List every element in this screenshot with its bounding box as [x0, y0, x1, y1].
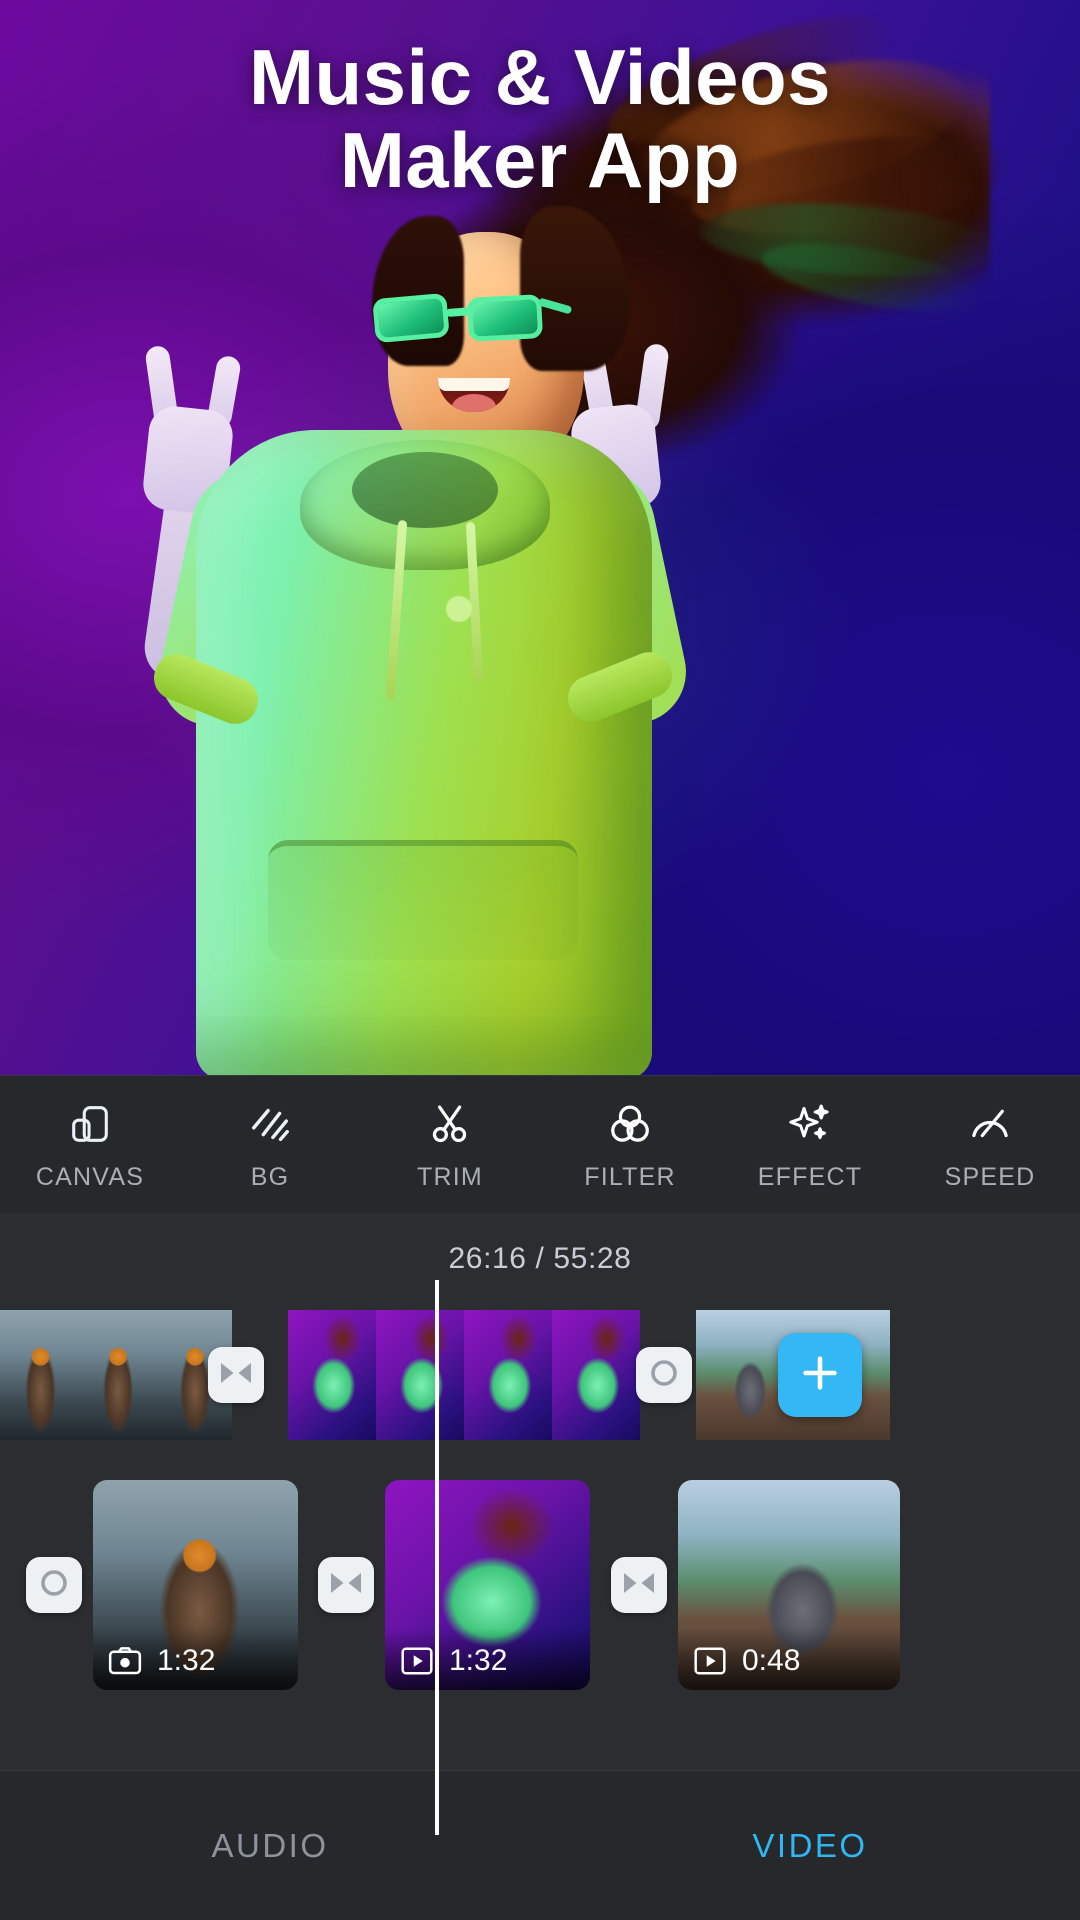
filmstrip-frame: [552, 1310, 640, 1440]
filmstrip-frame: [464, 1310, 552, 1440]
hoodie-hood-opening: [352, 452, 498, 528]
bowtie-transition-icon: [219, 1360, 253, 1391]
tool-canvas-label: CANVAS: [35, 1162, 145, 1191]
clip-card-meta: 1:32: [107, 1644, 215, 1678]
clip-card-meta: 0:48: [692, 1644, 800, 1678]
circle-no-transition-icon: [38, 1567, 70, 1604]
tool-effect[interactable]: EFFECT: [720, 1099, 900, 1192]
tool-trim[interactable]: TRIM: [360, 1099, 540, 1192]
scissors-icon: [425, 1099, 475, 1149]
subject-teeth: [438, 378, 510, 391]
tab-video[interactable]: VIDEO: [540, 1771, 1080, 1920]
transition-button-2[interactable]: [636, 1347, 692, 1403]
clip-card-1[interactable]: 1:32: [93, 1480, 298, 1690]
tool-speed[interactable]: SPEED: [900, 1099, 1080, 1192]
sunglass-lens-left: [372, 292, 450, 344]
add-media-button[interactable]: [778, 1333, 862, 1417]
subject-tongue: [452, 394, 496, 412]
tool-canvas[interactable]: CANVAS: [0, 1099, 180, 1192]
play-icon: [399, 1646, 435, 1676]
tool-effect-label: EFFECT: [757, 1162, 863, 1191]
clip-card-list: 1:32 1:32 0:48: [0, 1480, 1080, 1730]
video-preview[interactable]: Music & Videos Maker App: [0, 0, 1080, 1075]
clip-transition-button-start[interactable]: [26, 1557, 82, 1613]
filmstrip-frame: [78, 1310, 155, 1440]
filmstrip-frame: [288, 1310, 376, 1440]
clip-card-3[interactable]: 0:48: [678, 1480, 900, 1690]
camera-icon: [107, 1646, 143, 1676]
clip-transition-button-1[interactable]: [318, 1557, 374, 1613]
filmstrip[interactable]: [0, 1310, 1080, 1440]
clip-duration: 0:48: [742, 1644, 801, 1677]
clip-transition-button-2[interactable]: [611, 1557, 667, 1613]
bottom-tab-bar: AUDIO VIDEO: [0, 1770, 1080, 1920]
filmstrip-clip-1[interactable]: [0, 1310, 232, 1440]
play-icon: [692, 1646, 728, 1676]
three-circles-icon: [605, 1099, 655, 1149]
clip-card-meta: 1:32: [399, 1644, 507, 1678]
filmstrip-frame: [0, 1310, 78, 1440]
playhead[interactable]: [435, 1280, 439, 1835]
hoodie-pocket: [268, 840, 578, 960]
timecode-display: 26:16 / 55:28: [448, 1242, 632, 1275]
filmstrip-frame: [376, 1310, 464, 1440]
sunglass-lens-right: [466, 294, 544, 342]
sunglasses-icon: [372, 292, 573, 346]
tool-filter[interactable]: FILTER: [540, 1099, 720, 1192]
hoodie-drawstring-knot: [446, 596, 472, 622]
edit-toolbar: CANVAS BG TRIM FILTER EFFECT SPEED: [0, 1075, 1080, 1215]
tool-bg-label: BG: [250, 1162, 290, 1191]
speedometer-icon: [965, 1099, 1015, 1149]
page-title: Music & Videos Maker App: [0, 33, 1080, 205]
bowtie-transition-icon: [329, 1570, 363, 1601]
canvas-icon: [65, 1099, 115, 1149]
clip-card-2[interactable]: 1:32: [385, 1480, 590, 1690]
title-line-1: Music & Videos: [248, 33, 832, 121]
timeline-panel: 26:16 / 55:28 1:32 1:32 0:48: [0, 1215, 1080, 1835]
tool-bg[interactable]: BG: [180, 1099, 360, 1192]
plus-icon: [797, 1350, 843, 1401]
tool-filter-label: FILTER: [584, 1162, 676, 1191]
filmstrip-clip-2[interactable]: [288, 1310, 640, 1440]
transition-button-1[interactable]: [208, 1347, 264, 1403]
title-line-2: Maker App: [339, 116, 741, 205]
bowtie-transition-icon: [622, 1570, 656, 1601]
circle-no-transition-icon: [648, 1357, 680, 1394]
clip-duration: 1:32: [449, 1644, 508, 1677]
tool-speed-label: SPEED: [944, 1162, 1036, 1191]
sparkles-icon: [785, 1099, 835, 1149]
tab-audio[interactable]: AUDIO: [0, 1771, 540, 1920]
background-stripes-icon: [245, 1099, 295, 1149]
video-editor-app: Music & Videos Maker App CANVAS BG TRIM …: [0, 0, 1080, 1920]
clip-duration: 1:32: [157, 1644, 216, 1677]
tool-trim-label: TRIM: [417, 1162, 483, 1191]
